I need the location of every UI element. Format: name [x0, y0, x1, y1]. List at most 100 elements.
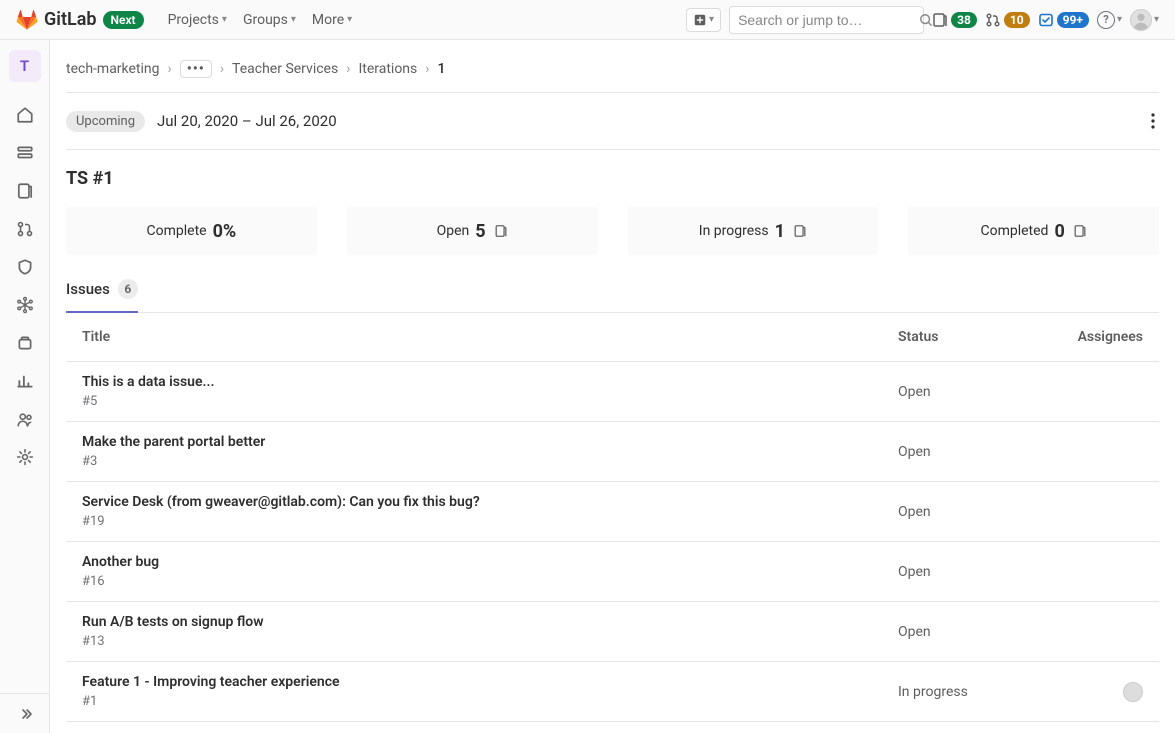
sidebar-item-merge-requests[interactable] [8, 212, 42, 246]
issue-title[interactable]: This is a data issue... [82, 374, 898, 390]
chevron-right-icon: › [168, 61, 172, 77]
breadcrumb-current: 1 [437, 61, 445, 77]
issue-status: Open [898, 444, 1068, 460]
issue-status: Open [898, 384, 1068, 400]
todos-counter[interactable]: 99+ [1038, 12, 1089, 28]
table-row: Feature 1 - Improving teacher experience… [66, 662, 1159, 722]
issue-ref: #13 [82, 634, 898, 649]
sidebar-item-analytics[interactable] [8, 364, 42, 398]
sidebar-item-members[interactable] [8, 402, 42, 436]
gitlab-logo-icon [16, 9, 38, 31]
issue-title[interactable]: Make the parent portal better [82, 434, 898, 450]
create-new-button[interactable]: ▾ [686, 8, 721, 32]
sidebar-item-kubernetes[interactable] [8, 288, 42, 322]
nav-projects-label: Projects [168, 12, 219, 28]
chevron-down-icon: ▾ [222, 14, 227, 25]
issue-status: Open [898, 564, 1068, 580]
stat-label: Open [437, 223, 470, 239]
tab-count: 6 [118, 279, 138, 299]
global-search[interactable] [729, 6, 924, 34]
chevron-right-icon: › [425, 61, 429, 77]
stats-row: Complete 0% Open 5 In progress 1 [66, 207, 1159, 255]
nav-more[interactable]: More ▾ [312, 12, 352, 28]
issue-ref: #19 [82, 514, 898, 529]
issues-count: 38 [951, 12, 977, 28]
top-navbar: GitLab Next Projects ▾ Groups ▾ More ▾ ▾ [0, 0, 1175, 40]
issue-ref: #5 [82, 394, 898, 409]
tabs: Issues 6 [66, 279, 1159, 313]
project-avatar[interactable]: T [9, 50, 41, 82]
todos-count: 99+ [1057, 12, 1089, 28]
table-row: This is a data issue... #5Open [66, 362, 1159, 422]
breadcrumb-section[interactable]: Iterations [358, 61, 417, 77]
tab-issues[interactable]: Issues 6 [66, 279, 138, 313]
issue-status: Open [898, 504, 1068, 520]
sidebar-item-home[interactable] [8, 98, 42, 132]
sidebar-item-security[interactable] [8, 250, 42, 284]
iteration-header: Upcoming Jul 20, 2020 – Jul 26, 2020 [66, 92, 1159, 150]
issues-counter[interactable]: 38 [932, 12, 977, 28]
stat-label: In progress [699, 223, 769, 239]
issues-icon [932, 12, 948, 28]
col-header-title: Title [82, 329, 898, 345]
chevron-right-icon: › [220, 61, 224, 77]
issue-title[interactable]: Service Desk (from gweaver@gitlab.com): … [82, 494, 898, 510]
col-header-assignees: Assignees [1068, 329, 1143, 345]
todo-icon [1038, 12, 1054, 28]
nav-groups[interactable]: Groups ▾ [243, 12, 296, 28]
sidebar-item-epics[interactable] [8, 136, 42, 170]
nav-groups-label: Groups [243, 12, 288, 28]
brand-name: GitLab [44, 9, 97, 30]
issue-ref: #1 [82, 694, 898, 709]
stat-label: Complete [147, 223, 207, 239]
issue-ref: #3 [82, 454, 898, 469]
breadcrumb-group[interactable]: Teacher Services [232, 61, 338, 77]
sidebar-item-settings[interactable] [8, 440, 42, 474]
chevron-right-icon: › [346, 61, 350, 77]
next-badge[interactable]: Next [103, 11, 144, 29]
stat-value: 1 [775, 221, 785, 242]
stat-completed[interactable]: Completed 0 [908, 207, 1159, 255]
assignee-avatar[interactable] [1123, 682, 1143, 702]
left-sidebar: T [0, 40, 50, 733]
breadcrumb-root[interactable]: tech-marketing [66, 61, 160, 77]
table-row: Service Desk (from gweaver@gitlab.com): … [66, 482, 1159, 542]
search-input[interactable] [738, 12, 919, 28]
status-badge: Upcoming [66, 111, 145, 132]
main-content: tech-marketing › ••• › Teacher Services … [50, 40, 1175, 733]
mr-count: 10 [1004, 12, 1030, 28]
issues-icon [494, 224, 508, 238]
merge-requests-counter[interactable]: 10 [985, 12, 1030, 28]
help-button[interactable]: ? ▾ [1097, 11, 1122, 29]
table-row: Run A/B tests on signup flow #13Open [66, 602, 1159, 662]
chevron-down-icon: ▾ [1154, 14, 1159, 25]
sidebar-collapse-button[interactable] [0, 693, 49, 733]
question-icon: ? [1097, 11, 1115, 29]
stat-open[interactable]: Open 5 [347, 207, 598, 255]
stat-in-progress[interactable]: In progress 1 [628, 207, 879, 255]
chevron-down-icon: ▾ [347, 14, 352, 25]
brand[interactable]: GitLab Next [16, 9, 144, 31]
iteration-date-range: Jul 20, 2020 – Jul 26, 2020 [157, 112, 337, 130]
col-header-status: Status [898, 329, 1068, 345]
iteration-actions-button[interactable] [1147, 109, 1159, 133]
tab-label: Issues [66, 280, 110, 298]
chevron-down-icon: ▾ [291, 14, 296, 25]
sidebar-item-packages[interactable] [8, 326, 42, 360]
user-menu[interactable]: ▾ [1130, 9, 1159, 31]
issue-title[interactable]: Another bug [82, 554, 898, 570]
issue-title[interactable]: Feature 1 - Improving teacher experience [82, 674, 898, 690]
breadcrumb: tech-marketing › ••• › Teacher Services … [66, 54, 1159, 84]
issue-title[interactable]: Run A/B tests on signup flow [82, 614, 898, 630]
avatar [1130, 9, 1152, 31]
table-row: Another bug#16Open [66, 542, 1159, 602]
sidebar-item-issues[interactable] [8, 174, 42, 208]
issues-icon [1073, 224, 1087, 238]
issue-status: Open [898, 624, 1068, 640]
stat-complete: Complete 0% [66, 207, 317, 255]
breadcrumb-ellipsis[interactable]: ••• [180, 60, 212, 78]
issue-list: This is a data issue...#5OpenMake the pa… [66, 362, 1159, 722]
stat-value: 0% [213, 221, 237, 242]
issue-assignees [1068, 682, 1143, 702]
nav-projects[interactable]: Projects ▾ [168, 12, 227, 28]
